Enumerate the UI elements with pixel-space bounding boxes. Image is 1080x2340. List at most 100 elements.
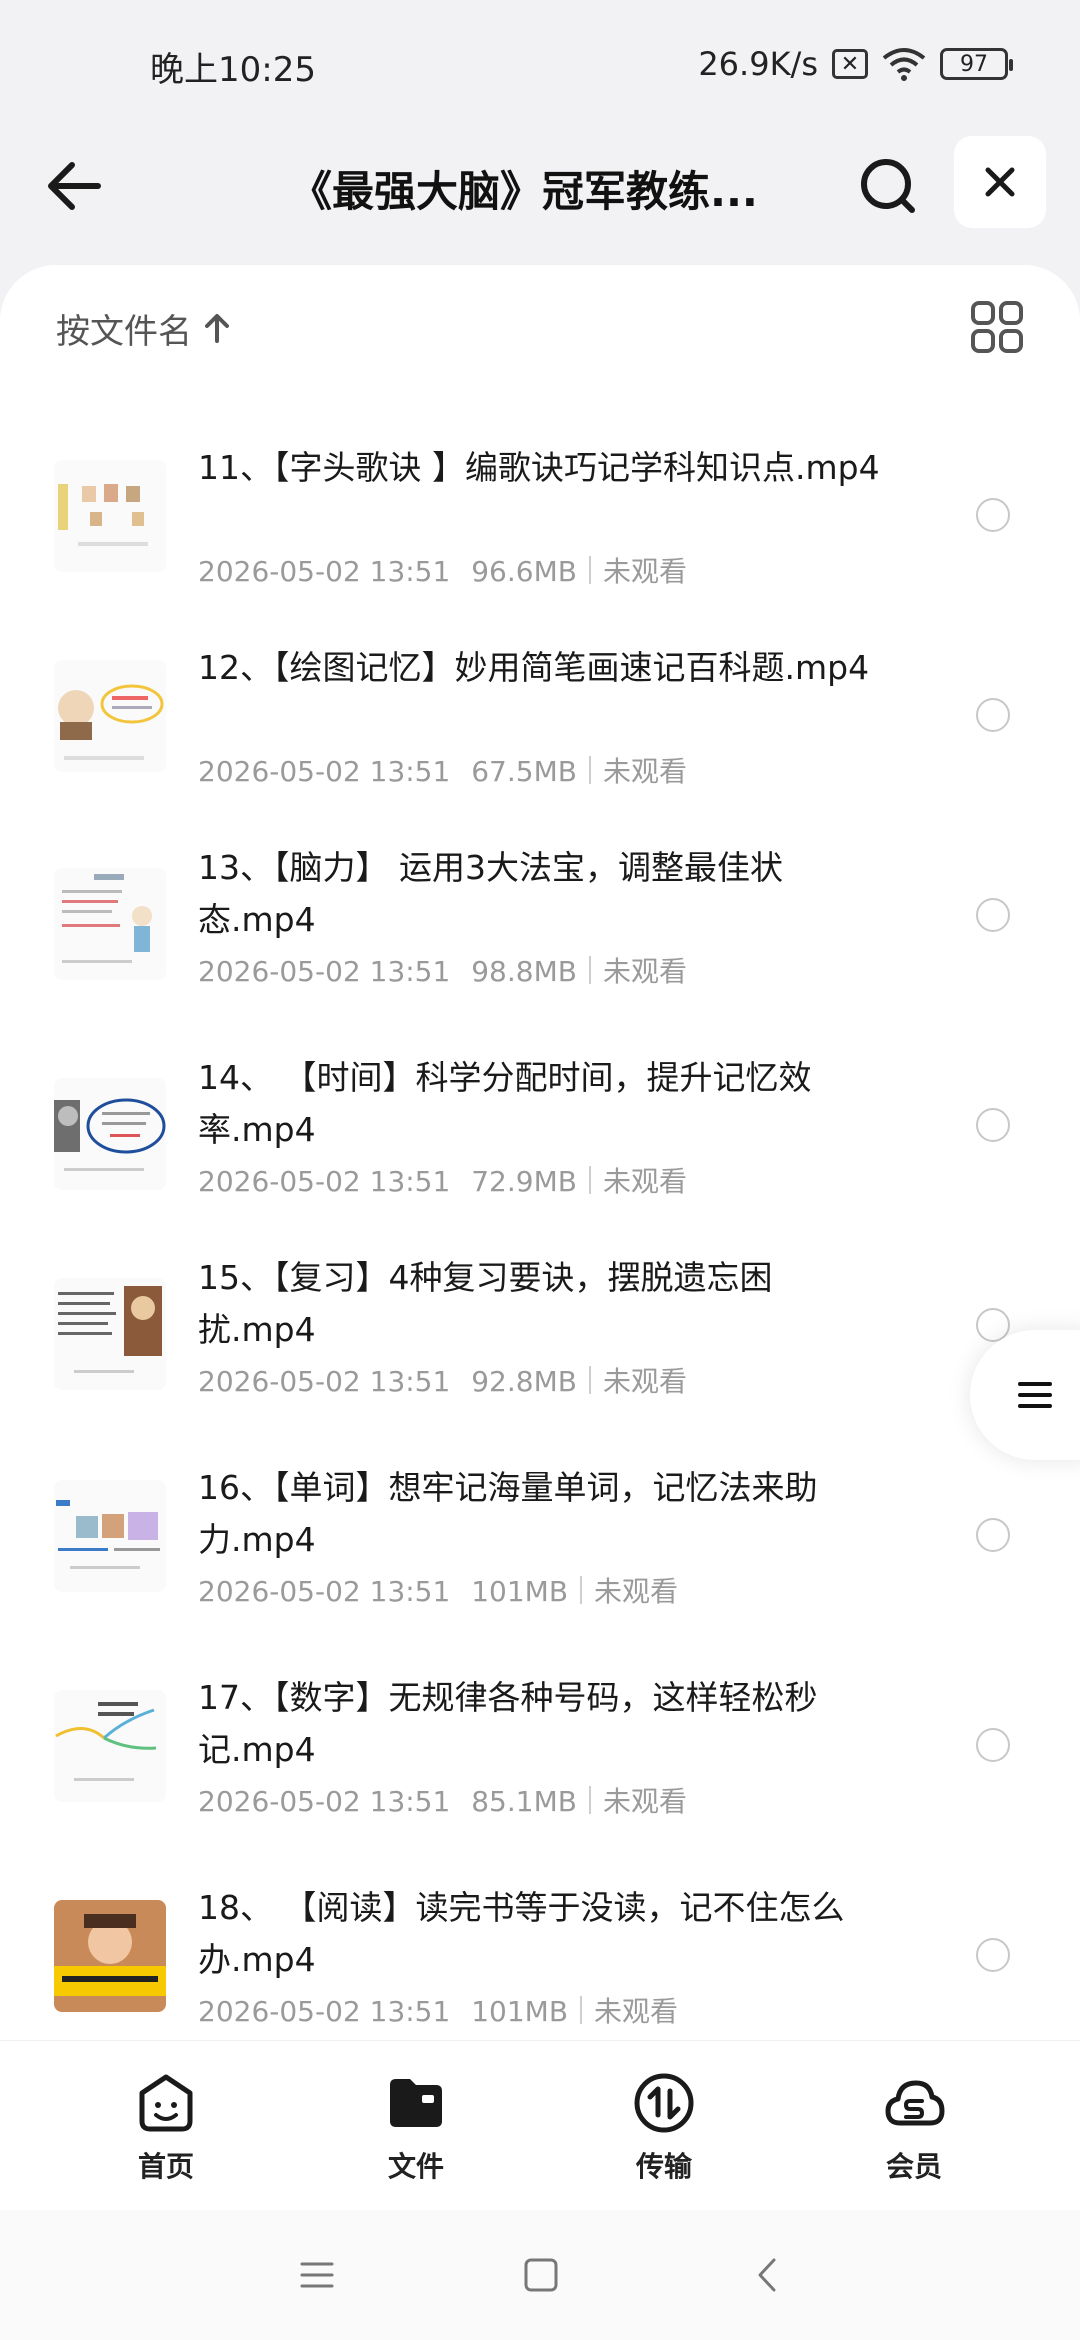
x-icon: ✕ [832,49,868,79]
video-thumbnail [54,1078,166,1190]
file-date: 2026-05-02 13:51 [198,1785,451,1818]
file-date: 2026-05-02 13:51 [198,955,451,988]
list-item[interactable]: 14、 【时间】科学分配时间，提升记忆效率.mp4 2026-05-02 13:… [0,1030,1080,1230]
watch-status: 未观看 [602,1785,687,1818]
nav-label: 首页 [137,2150,194,2183]
search-button[interactable] [852,150,924,222]
meta-divider [588,556,591,584]
transfer-icon [634,2073,694,2133]
file-size: 67.5MB [471,755,577,788]
nav-transfer[interactable]: 传输 [594,2071,734,2201]
meta-divider [580,1996,583,2024]
select-radio[interactable] [976,1938,1010,1972]
file-name: 18、 【阅读】读完书等于没读，记不住怎么办.mp4 [198,1888,845,1979]
video-thumbnail-image [54,460,166,572]
list-item[interactable]: 18、 【阅读】读完书等于没读，记不住怎么办.mp4 2026-05-02 13… [0,1860,1080,2060]
select-radio[interactable] [976,1518,1010,1552]
page-title: 《最强大脑》冠军教练... [290,167,758,216]
sort-label: 按文件名 [56,311,192,352]
video-thumbnail [54,1480,166,1592]
video-thumbnail [54,460,166,572]
file-date: 2026-05-02 13:51 [198,555,451,588]
vip-cloud-icon [885,2080,945,2126]
list-item[interactable]: 17、【数字】无规律各种号码，这样轻松秒记.mp4 2026-05-02 13:… [0,1650,1080,1850]
close-icon [985,167,1015,197]
meta-divider [588,1366,591,1394]
meta-divider [588,956,591,984]
wifi-icon [882,48,926,81]
select-radio[interactable] [976,898,1010,932]
battery-level: 97 [960,51,988,77]
video-thumbnail [54,868,166,980]
file-meta: 2026-05-02 13:51 101MB 未观看 [198,1570,678,1610]
nav-files[interactable]: 文件 [346,2071,486,2201]
list-item[interactable]: 15、【复习】4种复习要诀，摆脱遗忘困扰.mp4 2026-05-02 13:5… [0,1240,1080,1440]
list-item[interactable]: 16、【单词】想牢记海量单词，记忆法来助力.mp4 2026-05-02 13:… [0,1440,1080,1640]
video-thumbnail-image [54,1690,166,1802]
file-date: 2026-05-02 13:51 [198,1165,451,1198]
select-radio[interactable] [976,698,1010,732]
file-size: 92.8MB [471,1365,577,1398]
home-square-icon[interactable] [516,2250,566,2300]
nav-label: 会员 [885,2150,942,2183]
back-button[interactable] [40,150,112,222]
list-item[interactable]: 13、【脑力】 运用3大法宝，调整最佳状态.mp4 2026-05-02 13:… [0,820,1080,1020]
sort-control[interactable]: 按文件名 [56,303,230,353]
video-thumbnail [54,1900,166,2012]
list-item[interactable]: 12、【绘图记忆】妙用简笔画速记百科题.mp4 2026-05-02 13:51… [0,620,1080,820]
nav-label: 文件 [387,2150,444,2183]
meta-divider [588,1786,591,1814]
video-thumbnail-image [54,1900,166,2012]
file-name: 13、【脑力】 运用3大法宝，调整最佳状态.mp4 [198,848,783,939]
arrow-left-icon [48,162,101,210]
video-thumbnail-image [54,1278,166,1390]
file-name: 14、 【时间】科学分配时间，提升记忆效率.mp4 [198,1058,812,1149]
meta-divider [588,756,591,784]
video-thumbnail [54,660,166,772]
file-meta: 2026-05-02 13:51 96.6MB 未观看 [198,550,687,590]
video-thumbnail-image [54,868,166,980]
file-date: 2026-05-02 13:51 [198,755,451,788]
nav-label: 传输 [635,2150,692,2183]
meta-divider [580,1576,583,1604]
network-speed: 26.9K/s [698,45,818,83]
file-name: 16、【单词】想牢记海量单词，记忆法来助力.mp4 [198,1468,818,1559]
file-size: 85.1MB [471,1785,577,1818]
select-radio[interactable] [976,1108,1010,1142]
file-name: 11、【字头歌诀 】编歌诀巧记学科知识点.mp4 [198,448,880,487]
file-size: 98.8MB [471,955,577,988]
file-meta: 2026-05-02 13:51 101MB 未观看 [198,1990,678,2030]
file-name: 15、【复习】4种复习要诀，摆脱遗忘困扰.mp4 [198,1258,773,1349]
menu-icon [1018,1382,1052,1408]
file-browser-panel: 按文件名 11、【字头歌诀 】编歌诀巧记学科知识点.mp4 2026-05-02… [0,265,1080,2065]
back-chevron-icon[interactable] [744,2250,794,2300]
grid-icon [971,301,1023,353]
status-time: 晚上10:25 [150,50,316,90]
watch-status: 未观看 [602,755,687,788]
watch-status: 未观看 [602,955,687,988]
nav-home[interactable]: 首页 [96,2071,236,2201]
search-icon [861,159,915,213]
watch-status: 未观看 [602,555,687,588]
select-radio[interactable] [976,1728,1010,1762]
file-meta: 2026-05-02 13:51 72.9MB 未观看 [198,1160,687,1200]
nav-vip[interactable]: 会员 [844,2071,984,2201]
file-date: 2026-05-02 13:51 [198,1365,451,1398]
watch-status: 未观看 [594,1575,679,1608]
view-toggle-button[interactable] [970,300,1024,354]
file-date: 2026-05-02 13:51 [198,1995,451,2028]
status-bar: 晚上10:25 26.9K/s ✕ 97 [0,0,1080,130]
home-face-icon [139,2074,193,2132]
meta-divider [588,1166,591,1194]
video-thumbnail [54,1690,166,1802]
watch-status: 未观看 [602,1165,687,1198]
close-button[interactable] [954,136,1046,228]
file-meta: 2026-05-02 13:51 98.8MB 未观看 [198,950,687,990]
file-meta: 2026-05-02 13:51 67.5MB 未观看 [198,750,687,790]
list-item[interactable]: 11、【字头歌诀 】编歌诀巧记学科知识点.mp4 2026-05-02 13:5… [0,420,1080,620]
file-size: 101MB [471,1575,569,1608]
select-radio[interactable] [976,498,1010,532]
file-size: 72.9MB [471,1165,577,1198]
menu-icon[interactable] [292,2250,342,2300]
video-thumbnail-image [54,1078,166,1190]
